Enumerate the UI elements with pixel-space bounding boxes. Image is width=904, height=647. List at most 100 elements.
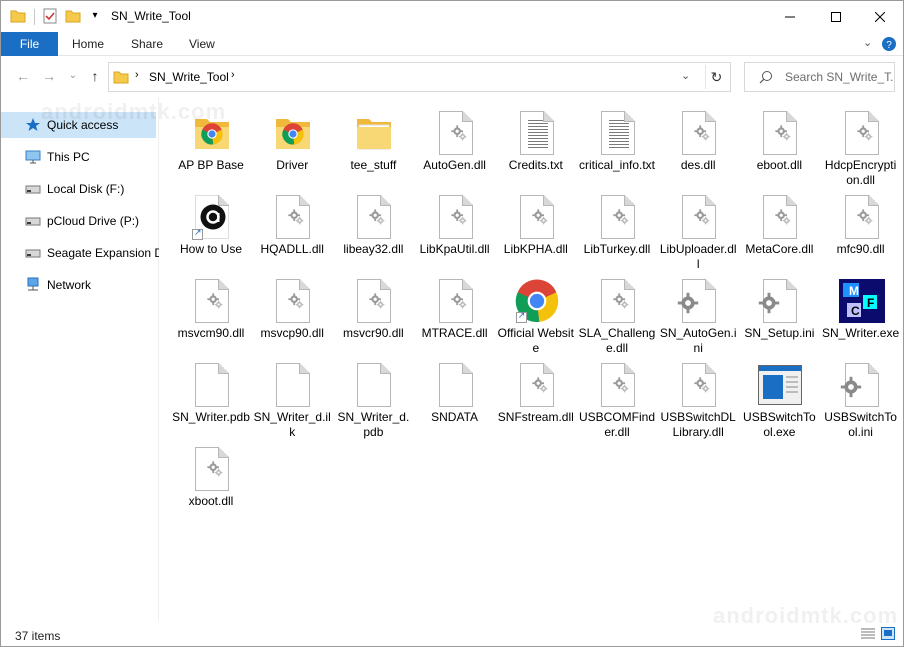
search-box[interactable]: Search SN_Write_T... [744, 62, 895, 92]
dll-icon [678, 363, 720, 409]
file-label: HdcpEncryption.dll [824, 158, 897, 187]
file-item[interactable]: HQADLL.dll [253, 185, 331, 265]
search-icon [759, 70, 773, 87]
tab-file[interactable]: File [1, 32, 58, 56]
title-bar[interactable]: ▾ SN_Write_Tool [1, 1, 903, 32]
sidebar-item-label: pCloud Drive (P:) [47, 214, 140, 228]
sidebar-item-network[interactable]: Network [1, 272, 159, 298]
text-file-icon [516, 111, 558, 157]
file-item[interactable]: SN_AutoGen.ini [659, 269, 737, 355]
file-label: Official Website [497, 326, 574, 355]
file-item[interactable]: HdcpEncryption.dll [822, 101, 900, 187]
file-item[interactable]: MTRACE.dll [416, 269, 494, 349]
chevron-down-icon[interactable]: ⌄ [681, 69, 690, 82]
sidebar-item-local-disk[interactable]: Local Disk (F:) [1, 176, 159, 202]
file-item[interactable]: How to Use [172, 185, 250, 265]
properties-icon[interactable] [42, 8, 58, 24]
refresh-icon[interactable]: ↻ [705, 65, 727, 89]
file-item[interactable]: AutoGen.dll [416, 101, 494, 181]
star-icon [24, 117, 41, 133]
back-icon[interactable]: ← [15, 68, 31, 84]
file-label: USBCOMFinder.dll [578, 410, 655, 439]
file-item[interactable]: USBSwitchDLLibrary.dll [659, 353, 737, 439]
large-icons-view-icon[interactable] [881, 627, 895, 643]
dll-icon [191, 279, 233, 325]
file-item[interactable]: libeay32.dll [334, 185, 412, 265]
dll-icon [516, 195, 558, 241]
file-item[interactable]: des.dll [659, 101, 737, 181]
file-label: libeay32.dll [343, 242, 404, 256]
file-item[interactable]: M F C SN_Writer.exe [822, 269, 900, 349]
file-item[interactable]: MetaCore.dll [740, 185, 818, 265]
file-item[interactable]: USBCOMFinder.dll [578, 353, 656, 439]
sidebar-item-label: Local Disk (F:) [47, 182, 125, 196]
file-item[interactable]: msvcp90.dll [253, 269, 331, 349]
file-label: SLA_Challenge.dll [578, 326, 656, 355]
file-list: AP BP Base Driver tee_stuff AutoGen.dll Cred… [159, 97, 903, 621]
forward-icon[interactable]: → [41, 68, 57, 84]
file-item[interactable]: Credits.txt [497, 101, 575, 181]
file-item[interactable]: tee_stuff [334, 101, 412, 181]
tab-share[interactable]: Share [131, 37, 163, 51]
file-item[interactable]: SN_Writer.pdb [172, 353, 250, 433]
sidebar-item-this-pc[interactable]: This PC [1, 144, 159, 170]
dll-icon [435, 195, 477, 241]
maximize-icon [831, 11, 841, 22]
file-label: How to Use [179, 242, 243, 256]
file-item[interactable]: Official Website [497, 269, 575, 355]
ribbon: File Home Share View ⌄ ? [1, 32, 903, 56]
watermark: androidmtk.com [41, 99, 227, 124]
file-item[interactable]: SNDATA [416, 353, 494, 433]
customize-toolbar-icon[interactable]: ▾ [87, 8, 103, 24]
chevron-right-icon[interactable]: › [135, 69, 139, 81]
tab-home[interactable]: Home [72, 37, 104, 51]
new-folder-icon[interactable] [65, 8, 81, 24]
file-item[interactable]: eboot.dll [740, 101, 818, 181]
file-item[interactable]: xboot.dll [172, 437, 250, 517]
file-item[interactable]: mfc90.dll [822, 185, 900, 265]
tab-view[interactable]: View [189, 37, 215, 51]
file-item[interactable]: LibKPHA.dll [497, 185, 575, 265]
minimize-icon [785, 16, 795, 17]
file-item[interactable]: LibKpaUtil.dll [416, 185, 494, 265]
details-view-icon[interactable] [861, 628, 875, 643]
file-item[interactable]: LibUploader.dll [659, 185, 737, 271]
file-item[interactable]: SLA_Challenge.dll [578, 269, 656, 355]
sidebar-item-seagate[interactable]: Seagate Expansion D [1, 240, 159, 266]
file-item[interactable]: SN_Setup.ini [740, 269, 818, 349]
dll-icon [272, 195, 314, 241]
folder-icon [353, 111, 395, 157]
chevron-right-icon[interactable]: › [231, 69, 235, 81]
file-label: LibKPHA.dll [503, 242, 568, 256]
close-button[interactable] [857, 1, 903, 32]
recent-locations-icon[interactable]: ⌄ [65, 68, 81, 84]
file-label: SNFstream.dll [497, 410, 574, 424]
file-label: msvcp90.dll [260, 326, 324, 340]
address-bar[interactable]: › SN_Write_Tool › ⌄ ↻ [108, 62, 731, 92]
file-item[interactable]: LibTurkey.dll [578, 185, 656, 265]
minimize-button[interactable] [767, 1, 813, 32]
breadcrumb[interactable]: SN_Write_Tool [149, 70, 229, 84]
search-input[interactable]: Search SN_Write_T... [785, 70, 893, 84]
dll-icon [353, 195, 395, 241]
file-item[interactable]: msvcm90.dll [172, 269, 250, 349]
file-item[interactable]: critical_info.txt [578, 101, 656, 181]
svg-text:M: M [849, 284, 859, 298]
maximize-button[interactable] [813, 1, 859, 32]
dll-icon [516, 363, 558, 409]
dll-icon [841, 111, 883, 157]
up-icon[interactable]: ↑ [87, 68, 103, 84]
file-item[interactable]: SN_Writer_d.pdb [334, 353, 412, 439]
file-item[interactable]: SNFstream.dll [497, 353, 575, 433]
help-icon[interactable]: ? [881, 36, 897, 55]
item-count: 37 items [15, 629, 61, 643]
file-item[interactable]: USBSwitchTool.ini [822, 353, 900, 439]
file-label: xboot.dll [188, 494, 234, 508]
file-item[interactable]: msvcr90.dll [334, 269, 412, 349]
file-item[interactable]: Driver [253, 101, 331, 181]
expand-ribbon-icon[interactable]: ⌄ [863, 36, 872, 49]
sidebar-item-pcloud-drive[interactable]: pCloud Drive (P:) [1, 208, 159, 234]
file-item[interactable]: USBSwitchTool.exe [740, 353, 818, 439]
file-item[interactable]: SN_Writer_d.ilk [253, 353, 331, 439]
dll-icon [435, 279, 477, 325]
